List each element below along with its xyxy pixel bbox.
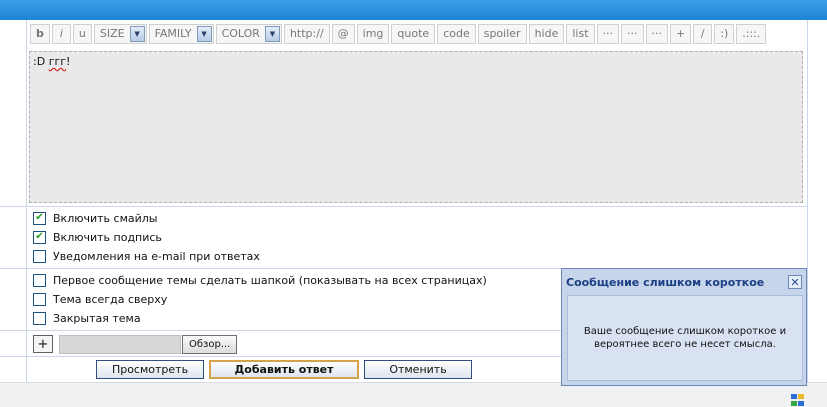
option-closed-topic[interactable]: Закрытая тема (33, 310, 141, 326)
browse-button[interactable]: Обзор... (182, 334, 238, 354)
bold-button[interactable]: b (30, 24, 50, 44)
option-pin-topic[interactable]: Тема всегда сверху (33, 291, 167, 307)
more-button-1[interactable]: ··· (596, 24, 620, 44)
email-notify-label: Уведомления на e-mail при ответах (53, 249, 260, 263)
preview-button[interactable]: Просмотреть (96, 360, 204, 379)
chevron-down-icon[interactable]: ▼ (129, 26, 145, 42)
italic-button[interactable]: i (51, 24, 71, 44)
check-icon: ✔ (35, 212, 44, 223)
right-gutter (809, 20, 827, 382)
size-select[interactable]: SIZE ▼ (93, 24, 147, 44)
code-button[interactable]: code (437, 24, 476, 44)
extra-tags-button[interactable]: .:::. (736, 24, 767, 44)
list-button[interactable]: list (566, 24, 595, 44)
editor-punctuation: ! (66, 55, 71, 68)
close-icon[interactable]: ✕ (788, 275, 802, 289)
pin-topic-checkbox[interactable] (33, 292, 46, 306)
form-actions: Просмотреть Добавить ответ Отменить (96, 360, 472, 379)
more-button-3[interactable]: ··· (645, 24, 669, 44)
plus-tag-button[interactable]: + (670, 24, 692, 44)
url-button[interactable]: http:// (283, 24, 330, 44)
slash-tag-button[interactable]: / (693, 24, 713, 44)
attachment-row: + Обзор... (33, 334, 238, 354)
email-button[interactable]: @ (331, 24, 355, 44)
enable-smileys-label: Включить смайлы (53, 211, 158, 225)
underline-button[interactable]: u (72, 24, 92, 44)
editor-misspelled-word: ггг (48, 55, 67, 68)
enable-signature-label: Включить подпись (53, 230, 162, 244)
option-first-post-header[interactable]: Первое сообщение темы сделать шапкой (по… (33, 272, 487, 288)
file-path-input[interactable] (59, 334, 181, 354)
cancel-button[interactable]: Отменить (364, 360, 472, 379)
option-enable-smileys[interactable]: ✔ Включить смайлы (33, 210, 157, 226)
first-post-header-label: Первое сообщение темы сделать шапкой (по… (53, 273, 487, 287)
more-button-2[interactable]: ··· (621, 24, 644, 44)
top-blue-strip (0, 0, 827, 20)
enable-smileys-checkbox[interactable]: ✔ (33, 211, 46, 225)
size-select-label: SIZE (99, 27, 125, 40)
color-select[interactable]: COLOR ▼ (215, 24, 282, 44)
bbcode-toolbar: b i u SIZE ▼ FAMILY ▼ COLOR ▼ http:// @ … (30, 24, 767, 44)
popup-body: Ваше сообщение слишком короткое и вероят… (567, 295, 803, 381)
message-textarea[interactable]: :D ггг! (29, 51, 803, 203)
pin-topic-label: Тема всегда сверху (53, 292, 168, 306)
family-select[interactable]: FAMILY ▼ (148, 24, 214, 44)
form-column-divider (26, 20, 27, 382)
check-icon: ✔ (35, 231, 44, 242)
popup-message: Ваше сообщение слишком короткое и вероят… (583, 326, 787, 350)
closed-topic-checkbox[interactable] (33, 311, 46, 325)
email-notify-checkbox[interactable] (33, 249, 46, 263)
option-enable-signature[interactable]: ✔ Включить подпись (33, 229, 162, 245)
spoiler-button[interactable]: spoiler (477, 24, 527, 44)
tray-icon[interactable] (791, 394, 805, 406)
quote-button[interactable]: quote (391, 24, 436, 44)
popup-title: Сообщение слишком короткое (566, 275, 765, 289)
add-attachment-button[interactable]: + (33, 335, 53, 353)
enable-signature-checkbox[interactable]: ✔ (33, 230, 46, 244)
hide-button[interactable]: hide (528, 24, 565, 44)
chevron-down-icon[interactable]: ▼ (264, 26, 280, 42)
submit-reply-button[interactable]: Добавить ответ (209, 360, 359, 379)
family-select-label: FAMILY (154, 27, 192, 40)
img-button[interactable]: img (356, 24, 390, 44)
popup-header: Сообщение слишком короткое ✕ (562, 269, 806, 295)
section-divider (0, 206, 808, 207)
closed-topic-label: Закрытая тема (53, 311, 141, 325)
chevron-down-icon[interactable]: ▼ (196, 26, 212, 42)
editor-emoticon: :D (33, 55, 46, 68)
short-message-popup: Сообщение слишком короткое ✕ Ваше сообще… (561, 268, 807, 386)
smile-button[interactable]: :) (714, 24, 735, 44)
option-email-notify[interactable]: Уведомления на e-mail при ответах (33, 248, 260, 264)
first-post-header-checkbox[interactable] (33, 273, 46, 287)
color-select-label: COLOR (221, 27, 260, 40)
